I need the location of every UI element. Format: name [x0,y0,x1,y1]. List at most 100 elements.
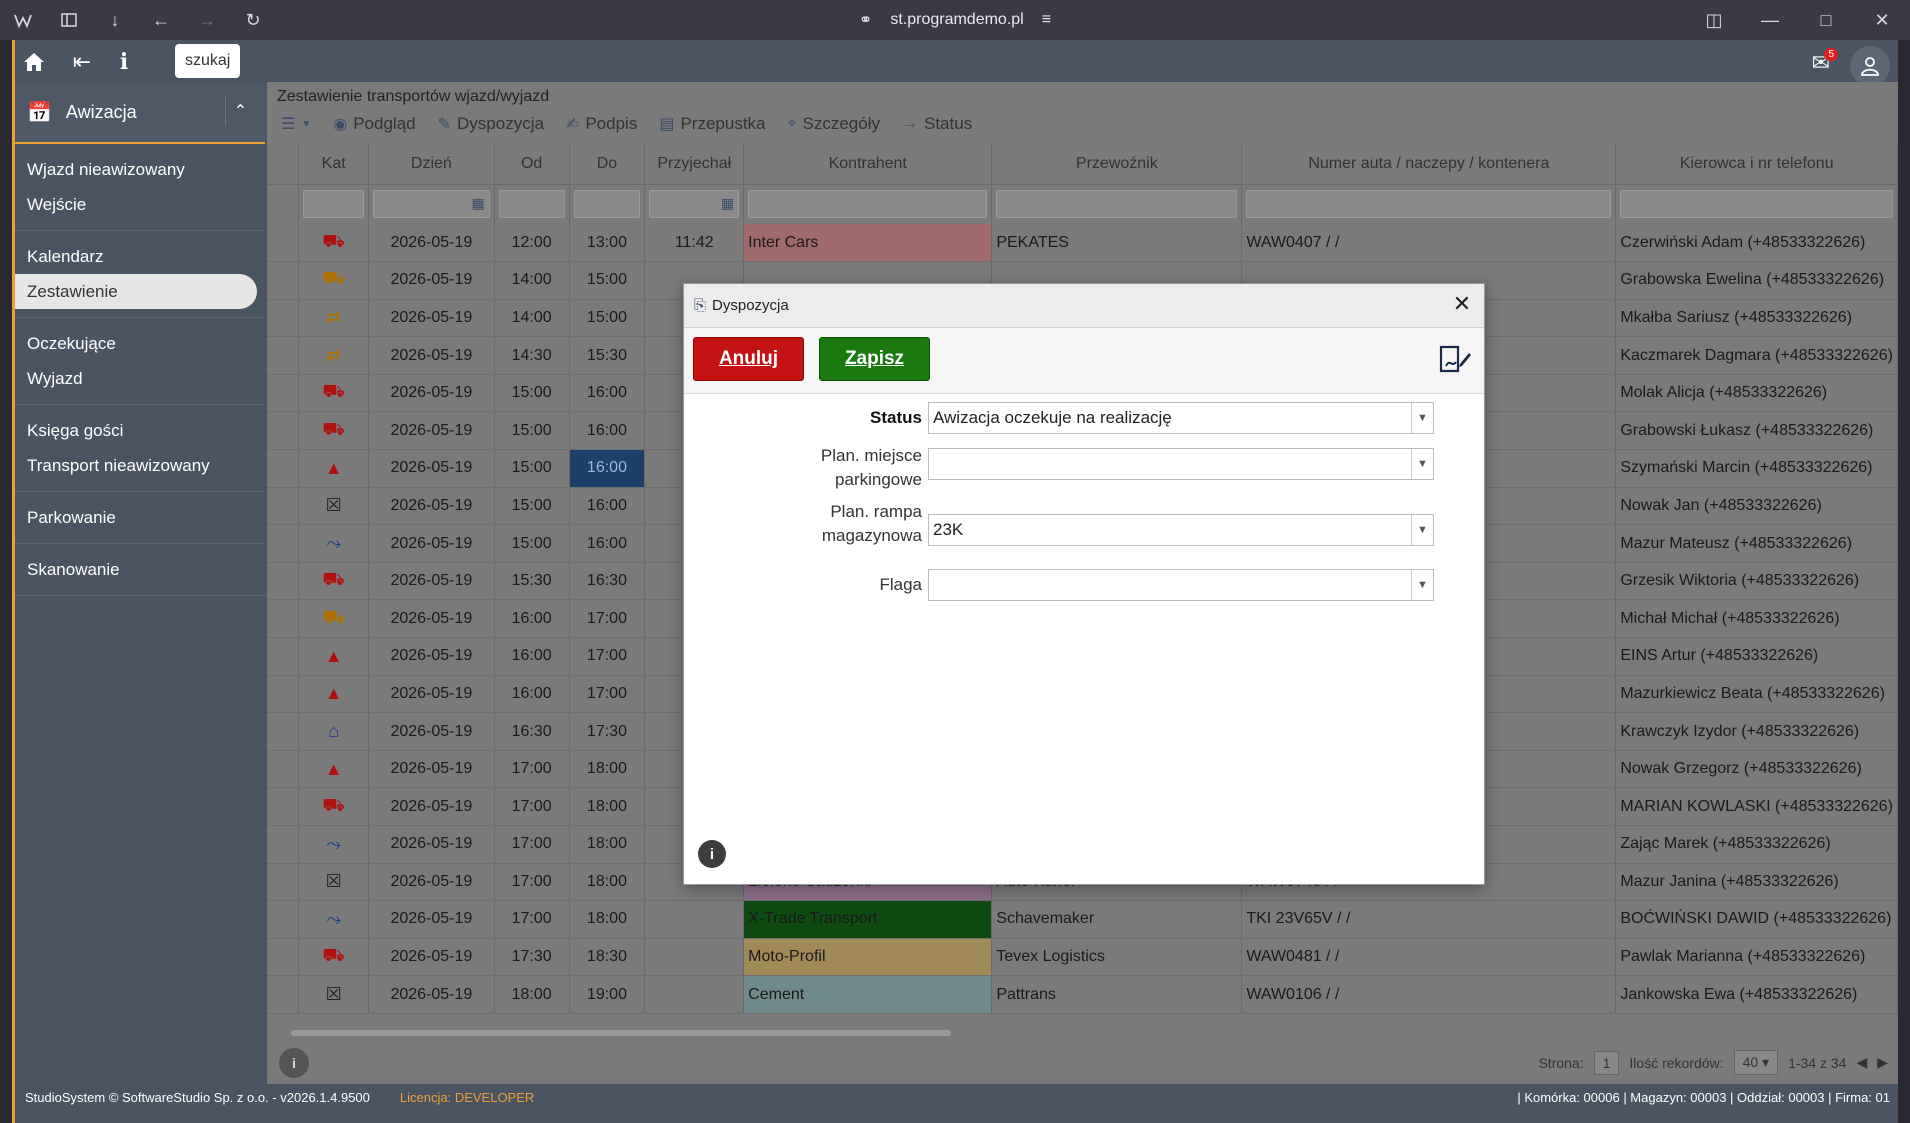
mail-icon[interactable]: ✉ 5 [1812,48,1838,76]
warning-icon: ▲ [324,683,343,704]
od-cell: 15:30 [494,562,570,601]
column-header[interactable]: Przyjechał [644,144,745,185]
chevron-down-icon[interactable]: ▼ [1411,403,1433,433]
download-icon[interactable]: ↓ [92,0,138,40]
cancel-button[interactable]: Anuluj [693,337,804,381]
column-filter-input[interactable] [573,190,641,219]
address-bar[interactable]: st.programdemo.pl [890,11,1023,29]
column-filter-cell [991,184,1243,224]
numer-cell: WAW0106 / / [1241,975,1617,1014]
do-cell: 17:00 [569,675,646,714]
kierowca-cell: Grabowski Łukasz (+48533322626) [1615,411,1898,451]
dialog-info-icon[interactable]: i [698,840,726,868]
save-button[interactable]: Zapisz [819,337,930,381]
column-filter-input[interactable] [996,190,1238,219]
warehouse-icon: ⌂ [328,721,340,742]
status-button[interactable]: → Status [902,114,972,134]
calendar-icon[interactable]: ▦ [721,195,734,212]
flaga-select[interactable]: ▼ [928,569,1434,601]
chevron-down-icon[interactable]: ▼ [1411,515,1433,545]
column-header[interactable]: Od [494,144,570,185]
forward-icon[interactable]: → [184,0,230,40]
sidebar-item-transport-nieawizowany[interactable]: Transport nieawizowany [15,448,265,483]
column-header[interactable]: Dzień [368,144,495,185]
podpis-button[interactable]: ✍ Podpis [566,114,637,134]
next-page-icon[interactable]: ▶ [1877,1054,1888,1071]
column-header[interactable]: Kat [298,144,370,185]
page-input[interactable]: 1 [1593,1050,1620,1075]
kat-cell: ⛟ [298,938,370,977]
split-view-icon[interactable]: ◫ [1686,0,1742,40]
minimize-icon[interactable]: — [1742,0,1798,40]
table-row[interactable]: ⤳ 2026-05-19 17:00 18:00 X-Trade Transport Sc… [267,900,1898,939]
chevron-down-icon[interactable]: ▼ [1411,570,1433,600]
column-filter-input[interactable]: ▦ [649,190,740,219]
info-icon[interactable]: i [279,1048,309,1078]
sidebar-item-wyjazd[interactable]: Wyjazd [15,361,265,396]
column-filter-input[interactable] [1246,190,1612,219]
table-row[interactable]: ⛟ 2026-05-19 17:30 18:30 Moto-Profil Tevex Lo… [267,938,1898,977]
scrollbar-thumb[interactable] [291,1030,951,1036]
prev-page-icon[interactable]: ◀ [1856,1054,1867,1071]
sign-document-icon[interactable] [1438,344,1472,381]
column-filter-input[interactable] [498,190,565,219]
column-filter-input[interactable] [303,190,365,219]
sidebar-item-skanowanie[interactable]: Skanowanie [15,552,265,587]
sidebar-toggle-icon[interactable] [46,0,92,40]
table-row[interactable]: ☒ 2026-05-19 18:00 19:00 Cement Pattrans WAW01… [267,975,1898,1014]
chevron-up-icon[interactable]: ⌃ [225,96,255,126]
records-select[interactable]: 40 ▾ [1733,1050,1779,1075]
podglad-button[interactable]: ◉ Podgląd [333,114,415,134]
column-header[interactable]: Przewoźnik [991,144,1243,185]
row-selector-cell [267,224,300,263]
back-icon[interactable]: ← [138,0,184,40]
maximize-icon[interactable]: □ [1798,0,1854,40]
sidebar-item-kalendarz[interactable]: Kalendarz [15,239,265,274]
grid-menu-button[interactable]: ☰ ▼ [281,114,311,134]
column-filter-input[interactable]: ▦ [373,190,490,219]
status-select[interactable]: Awizacja oczekuje na realizację ▼ [928,402,1434,434]
delivery-van-icon: ⛟ [322,268,345,289]
route-icon: ⤳ [326,833,341,854]
column-header[interactable]: Kontrahent [743,144,993,185]
info-icon[interactable]: i [109,47,139,77]
horizontal-scrollbar[interactable] [267,1026,1898,1040]
sidebar-item-parkowanie[interactable]: Parkowanie [15,500,265,535]
kat-cell: ⇄ [298,299,370,338]
sidebar-header-awizacja[interactable]: 📅 Awizacja ⌃ [15,82,265,144]
sidebar-item-księga-gości[interactable]: Księga gości [15,413,265,448]
column-header[interactable]: Numer auta / naczepy / kontenera [1241,144,1617,185]
reload-icon[interactable]: ↻ [230,0,276,40]
collapse-menu-icon[interactable]: ⇤ [67,47,97,77]
szczegoly-button[interactable]: ⌖ Szczegóły [788,114,881,134]
column-filter-input[interactable] [748,190,988,219]
chevron-down-icon[interactable]: ▼ [1411,449,1433,479]
column-header[interactable]: Kierowca i nr telefonu [1615,144,1898,185]
trash-icon: ☒ [325,984,342,1005]
site-settings-icon[interactable]: ≡ [1042,11,1051,29]
user-avatar-icon[interactable] [1850,46,1890,86]
browser-logo-icon[interactable] [0,0,46,40]
home-icon[interactable] [19,47,49,77]
dzien-cell: 2026-05-19 [368,750,495,789]
dyspozycja-button[interactable]: ✎ Dyspozycja [438,114,544,134]
dzien-cell: 2026-05-19 [368,637,495,676]
close-icon[interactable]: ✕ [1450,292,1474,316]
przewoznik-cell: Schavemaker [991,900,1243,939]
rampa-select[interactable]: 23K ▼ [928,514,1434,546]
calendar-icon[interactable]: ▦ [472,195,485,212]
kat-cell: ⛟ [298,411,370,451]
numer-cell: WAW0407 / / [1241,224,1617,263]
sidebar-item-zestawienie[interactable]: Zestawienie [15,274,257,309]
row-selector-cell [267,750,300,789]
table-row[interactable]: ⛟ 2026-05-19 12:00 13:00 11:42 Inter Cars PEKA… [267,224,1898,263]
sidebar-item-wejście[interactable]: Wejście [15,187,265,222]
przepustka-button[interactable]: ▤ Przepustka [659,114,765,134]
column-filter-input[interactable] [1620,190,1893,219]
parking-select[interactable]: ▼ [928,448,1434,480]
column-header[interactable]: Do [569,144,646,185]
search-button[interactable]: szukaj [175,44,241,78]
close-window-icon[interactable]: ✕ [1854,0,1910,40]
sidebar-item-wjazd-nieawizowany[interactable]: Wjazd nieawizowany [15,152,265,187]
sidebar-item-oczekujące[interactable]: Oczekujące [15,326,265,361]
